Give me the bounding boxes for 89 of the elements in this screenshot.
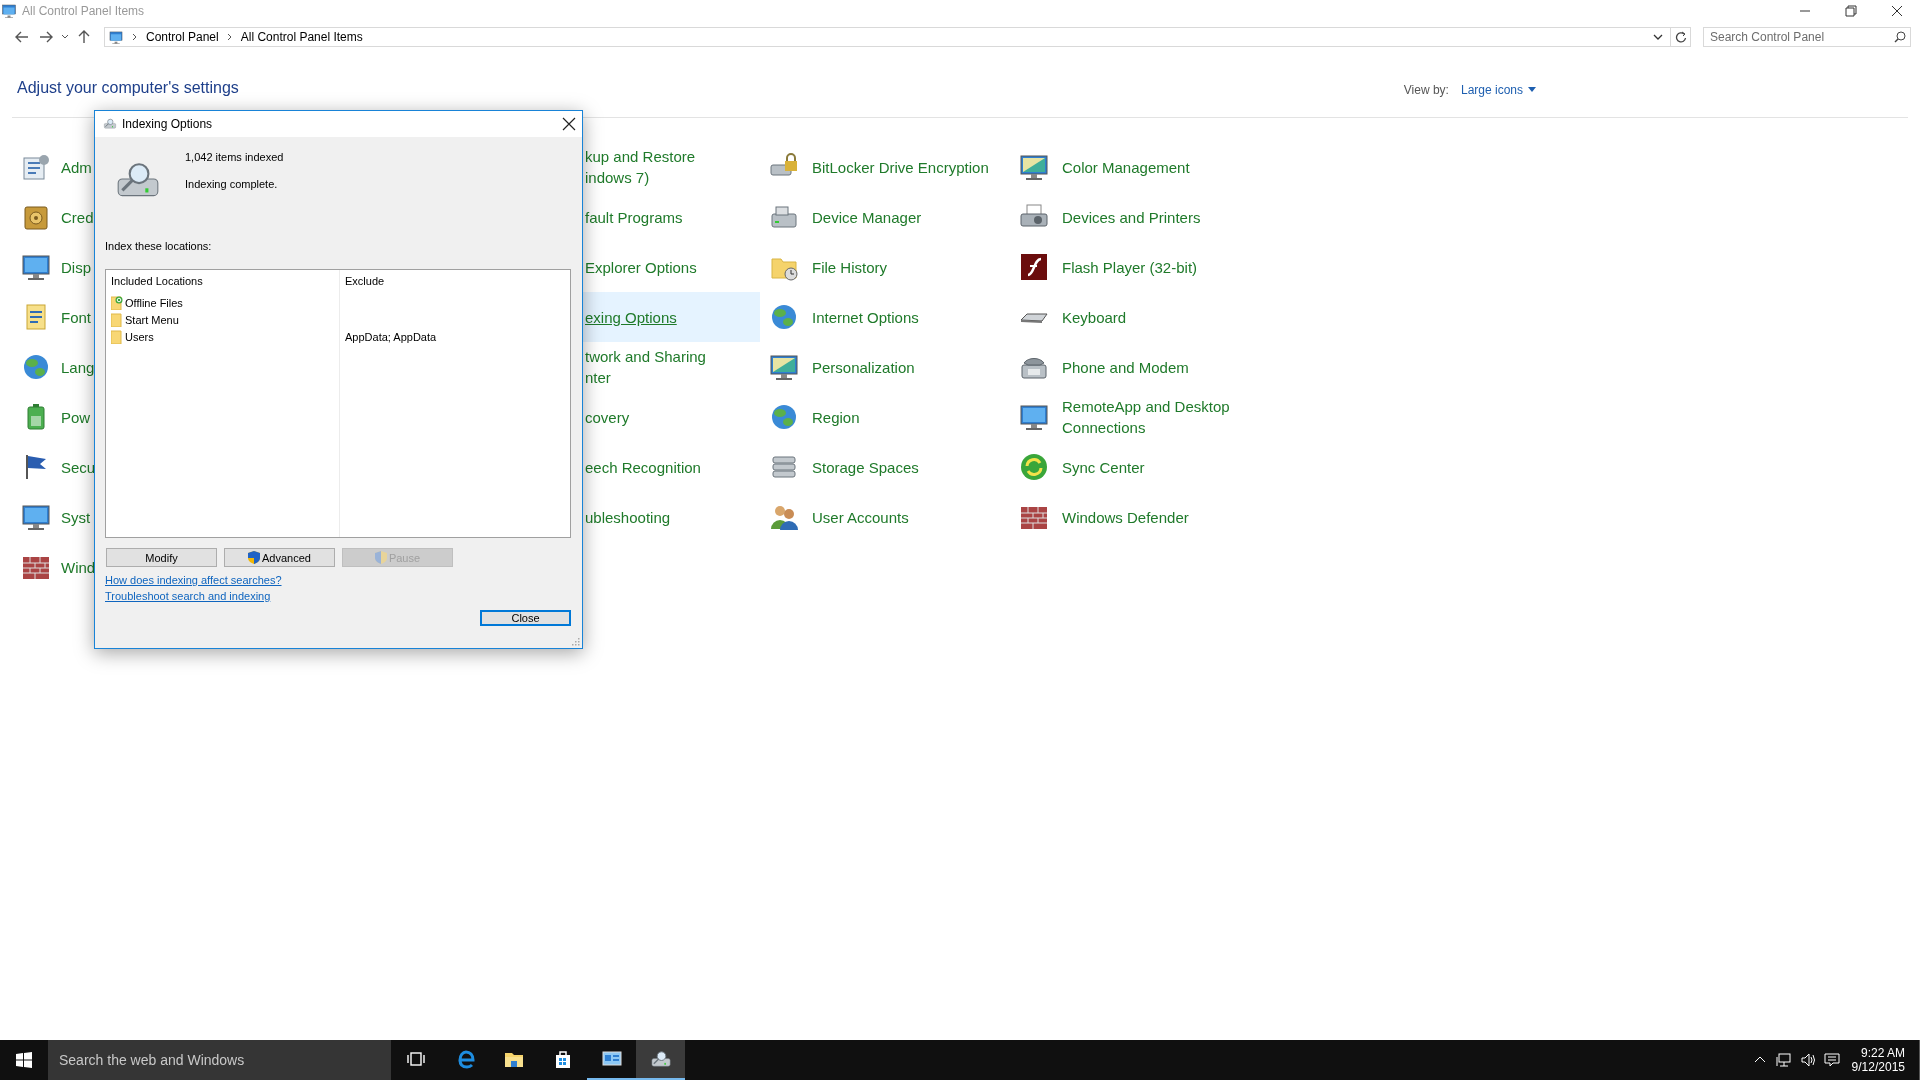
breadcrumb-link[interactable]: All Control Panel Items	[240, 30, 363, 44]
item-link[interactable]: fault Programs	[585, 206, 683, 228]
close-icon[interactable]	[562, 117, 576, 131]
caret-icon	[61, 34, 69, 40]
item-link[interactable]: Wind	[61, 556, 96, 578]
item-link[interactable]: RemoteApp and Desktop Connections	[1062, 396, 1230, 438]
indexing-status: Indexing complete.	[185, 178, 279, 190]
item-link[interactable]: exing Options	[585, 306, 677, 328]
search-field[interactable]: Search Control Panel	[1703, 27, 1911, 47]
taskbar-app-button[interactable]	[636, 1040, 685, 1080]
refresh-button[interactable]	[1671, 27, 1691, 47]
resize-grip-icon[interactable]	[572, 638, 580, 646]
chevron-icon	[131, 33, 139, 41]
notification-icon[interactable]	[1823, 1052, 1840, 1068]
clock[interactable]: 9:22 AM 9/12/2015	[1851, 1046, 1905, 1074]
item-link[interactable]: Phone and Modem	[1062, 356, 1189, 378]
close-icon	[1891, 5, 1903, 17]
address-bar[interactable]: Control Panel All Control Panel Items	[104, 27, 1671, 47]
dialog-title: Indexing Options	[122, 117, 214, 131]
view-by-label: View by:	[1403, 82, 1449, 97]
windows-logo-icon	[16, 1052, 32, 1068]
up-arrow-icon	[78, 30, 90, 44]
item-link[interactable]: BitLocker Drive Encryption	[812, 156, 989, 178]
page-heading: Adjust your computer's settings	[17, 78, 239, 97]
magnifier-drive-icon	[103, 118, 117, 130]
table-cell: Users	[125, 330, 154, 343]
folder-icon	[111, 329, 123, 344]
window-title: All Control Panel Items	[22, 4, 146, 18]
help-link[interactable]: Troubleshoot search and indexing	[105, 590, 271, 602]
chevron-icon	[225, 33, 234, 41]
item-link[interactable]: eech Recognition	[585, 456, 701, 478]
item-link[interactable]: Keyboard	[1062, 306, 1127, 328]
restore-icon	[1845, 5, 1857, 17]
dialog-button[interactable]: Advanced	[224, 548, 335, 567]
items-indexed-count: 1,042 items indexed	[185, 151, 284, 163]
item-link[interactable]: Explorer Options	[585, 256, 697, 278]
item-link[interactable]: Devices and Printers	[1062, 206, 1201, 228]
item-link[interactable]: Windows Defender	[1062, 506, 1189, 528]
item-link[interactable]: Sync Center	[1062, 456, 1145, 478]
clock-time: 9:22 AM	[1860, 1046, 1905, 1060]
item-link[interactable]: kup and Restore indows 7)	[585, 146, 696, 188]
folder-icon	[111, 312, 123, 327]
monitor-icon	[1, 4, 17, 18]
section-label: Index these locations:	[105, 240, 213, 252]
item-link[interactable]: Storage Spaces	[812, 456, 919, 478]
item-link[interactable]: Disp	[61, 256, 91, 278]
search-icon	[1894, 31, 1906, 43]
item-link[interactable]: Flash Player (32-bit)	[1062, 256, 1198, 278]
close-button[interactable]: Close	[480, 610, 571, 626]
taskbar-search-field[interactable]: Search the web and Windows	[48, 1040, 391, 1080]
table-cell: Offline Files	[125, 296, 183, 309]
view-by-dropdown[interactable]: Large icons	[1460, 82, 1536, 97]
clock-date: 9/12/2015	[1851, 1060, 1905, 1074]
item-link[interactable]: Cred	[61, 206, 94, 228]
sync-icon[interactable]	[1018, 451, 1050, 483]
item-link[interactable]: ubleshooting	[585, 506, 671, 528]
column-header: Included Locations	[111, 275, 204, 289]
item-link[interactable]: Secu	[61, 456, 96, 478]
back-arrow-icon	[15, 31, 29, 43]
caret-icon	[1528, 87, 1536, 92]
item-link[interactable]: Lang	[61, 356, 95, 378]
item-link[interactable]: Internet Options	[812, 306, 919, 328]
forward-arrow-icon	[39, 31, 53, 43]
item-link[interactable]: covery	[585, 406, 630, 428]
volume-icon[interactable]	[1799, 1052, 1816, 1068]
column-header: Exclude	[345, 275, 386, 289]
item-link[interactable]: Pow	[61, 406, 91, 428]
item-link[interactable]: Adm	[61, 156, 92, 178]
table-cell: AppData; AppData	[345, 330, 437, 343]
caret-icon	[1653, 34, 1663, 40]
table-cell: Start Menu	[125, 313, 179, 326]
item-link[interactable]: twork and Sharing nter	[585, 346, 706, 388]
item-link[interactable]: Region	[812, 406, 860, 428]
item-link[interactable]: Syst	[61, 506, 91, 528]
folder-sync-icon	[111, 295, 123, 310]
refresh-icon	[1674, 31, 1687, 43]
dialog-button[interactable]: Modify	[106, 548, 217, 567]
item-link[interactable]: File History	[812, 256, 887, 278]
magnifier-drive-icon	[649, 1048, 672, 1070]
monitor-icon	[108, 30, 124, 44]
item-link[interactable]: Personalization	[812, 356, 915, 378]
swoosh-tile-icon[interactable]	[1018, 251, 1050, 283]
help-link[interactable]: How does indexing affect searches?	[105, 574, 282, 586]
item-link[interactable]: User Accounts	[812, 506, 909, 528]
item-link[interactable]: Device Manager	[812, 206, 922, 228]
network-icon[interactable]	[1775, 1052, 1792, 1068]
item-link[interactable]: Font	[61, 306, 91, 328]
breadcrumb-link[interactable]: Control Panel	[146, 30, 219, 44]
item-link[interactable]: Color Management	[1062, 156, 1190, 178]
